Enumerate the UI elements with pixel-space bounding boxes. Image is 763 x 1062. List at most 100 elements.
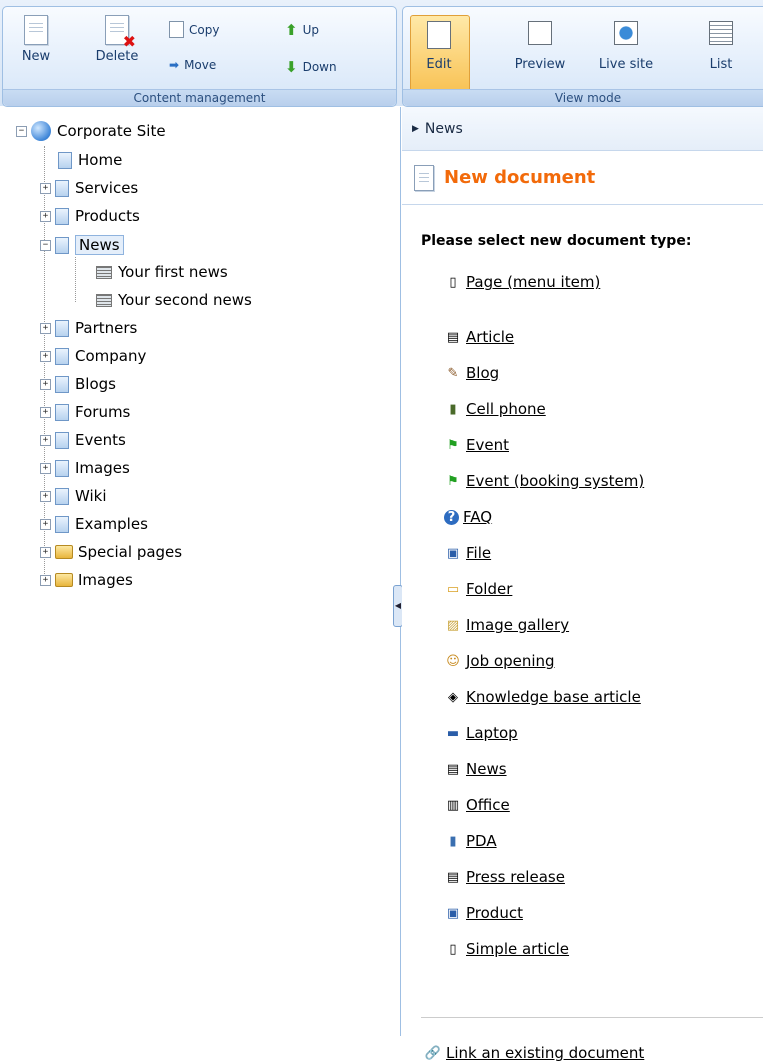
expand-icon[interactable]: + [40,434,51,446]
live-site-button[interactable]: Live site [591,21,661,72]
faq-icon: ? [444,509,459,525]
doc-type-item[interactable]: ▭ Folder [444,580,513,598]
tree-item-second-news[interactable]: Your second news [96,291,252,309]
tree-item-partners[interactable]: + Partners [40,319,137,337]
collapse-icon[interactable]: − [16,125,27,137]
globe-icon [31,121,51,141]
expand-icon[interactable]: + [40,378,51,390]
doc-type-link[interactable]: Job opening [466,652,555,670]
expand-icon[interactable]: + [40,462,51,474]
breadcrumb: ▶ News [402,107,763,151]
tree-item-wiki[interactable]: + Wiki [40,487,107,505]
doc-type-item[interactable]: ☺ Job opening [444,652,555,670]
delete-button[interactable]: ✖ Delete [87,15,147,64]
tree-item-home[interactable]: Home [44,151,122,169]
doc-type-item[interactable]: ◈ Knowledge base article [444,688,641,706]
tree-item-news[interactable]: − News [40,235,124,255]
tree-item-blogs[interactable]: + Blogs [40,375,116,393]
doc-type-item[interactable]: ▯ Simple article [444,940,569,958]
doc-type-link[interactable]: Folder [466,580,512,598]
down-button[interactable]: ⬇ Down [285,58,337,76]
image-gallery-icon: ▨ [446,617,460,633]
doc-type-item[interactable]: ▣ File [444,544,491,562]
expand-icon[interactable]: + [40,574,51,586]
doc-type-link[interactable]: News [466,760,507,778]
doc-type-link[interactable]: Cell phone [466,400,546,418]
doc-type-item[interactable]: ▤ Article [444,328,514,346]
doc-type-link[interactable]: File [466,544,491,562]
breadcrumb-item[interactable]: News [425,121,463,137]
doc-type-link[interactable]: Product [466,904,523,922]
doc-type-item[interactable]: ⚑ Event [444,436,509,454]
tree-item-examples[interactable]: + Examples [40,515,148,533]
laptop-icon: ▬ [446,725,460,741]
doc-type-item[interactable]: ▮ PDA [444,832,497,850]
link-existing-document[interactable]: 🔗 Link an existing document [424,1044,644,1062]
page-icon [55,403,69,421]
tree-item-images[interactable]: + Images [40,459,130,477]
doc-type-link[interactable]: Page (menu item) [466,273,600,291]
expand-icon[interactable]: + [40,490,51,502]
list-button[interactable]: List [701,21,741,72]
page-icon [58,151,72,169]
doc-type-item[interactable]: ▬ Laptop [444,724,518,742]
tree-item-products[interactable]: + Products [40,207,140,225]
doc-type-item[interactable]: ? FAQ [444,508,492,526]
tree-item-company[interactable]: + Company [40,347,146,365]
doc-type-link[interactable]: Office [466,796,510,814]
doc-type-link[interactable]: Knowledge base article [466,688,641,706]
doc-type-item[interactable]: ⚑ Event (booking system) [444,472,644,490]
content-management-group: New ✖ Delete Copy ➡ Move ⬆ Up ⬇ Down Con… [2,6,397,107]
new-button[interactable]: New [15,15,57,64]
page-icon [55,431,69,449]
tree-item-special-pages[interactable]: + Special pages [40,543,182,561]
doc-type-item[interactable]: ▣ Product [444,904,523,922]
tree-item-services[interactable]: + Services [40,179,138,197]
expand-icon[interactable]: + [40,182,51,194]
page-icon [55,179,69,197]
tree-root[interactable]: − Corporate Site [16,121,166,141]
doc-type-link[interactable]: PDA [466,832,497,850]
doc-type-link[interactable]: Blog [466,364,499,382]
tree-item-first-news[interactable]: Your first news [96,263,228,281]
doc-type-item[interactable]: ▨ Image gallery [444,616,569,634]
doc-type-link[interactable]: Press release [466,868,565,886]
expand-icon[interactable]: + [40,322,51,334]
doc-type-item[interactable]: ▥ Office [444,796,510,814]
tree-item-forums[interactable]: + Forums [40,403,130,421]
doc-type-link[interactable]: Simple article [466,940,569,958]
doc-type-link[interactable]: Laptop [466,724,518,742]
tree-item-images-folder[interactable]: + Images [40,571,133,589]
page-icon [55,236,69,254]
copy-button[interactable]: Copy [169,21,219,38]
doc-type-link[interactable]: FAQ [463,508,492,526]
doc-type-link[interactable]: Article [466,328,514,346]
up-button[interactable]: ⬆ Up [285,21,319,39]
doc-type-link[interactable]: Event [466,436,509,454]
expand-icon[interactable]: + [40,546,51,558]
copy-icon [169,21,184,38]
doc-type-link[interactable]: Image gallery [466,616,569,634]
page-icon [55,487,69,505]
doc-type-item[interactable]: ✎ Blog [444,364,500,382]
expand-icon[interactable]: + [40,350,51,362]
doc-type-item[interactable]: ▯ Page (menu item) [444,273,600,291]
down-arrow-icon: ⬇ [285,58,298,76]
doc-type-item[interactable]: ▮ Cell phone [444,400,546,418]
expand-icon[interactable]: + [40,406,51,418]
doc-type-item[interactable]: ▤ News [444,760,507,778]
move-button[interactable]: ➡ Move [169,58,216,72]
doc-type-item[interactable]: ▤ Press release [444,868,565,886]
expand-icon[interactable]: + [40,518,51,530]
collapse-icon[interactable]: − [40,239,51,251]
doc-type-prompt: Please select new document type: [421,233,692,249]
expand-icon[interactable]: + [40,210,51,222]
tree-item-events[interactable]: + Events [40,431,126,449]
simple-article-icon: ▯ [449,941,457,957]
edit-label-wrap[interactable]: Edit [413,21,465,72]
tree-line [75,257,76,302]
new-document-icon [24,15,48,45]
doc-type-link[interactable]: Event (booking system) [466,472,644,490]
preview-button[interactable]: Preview [503,21,577,72]
product-icon: ▣ [446,905,460,921]
